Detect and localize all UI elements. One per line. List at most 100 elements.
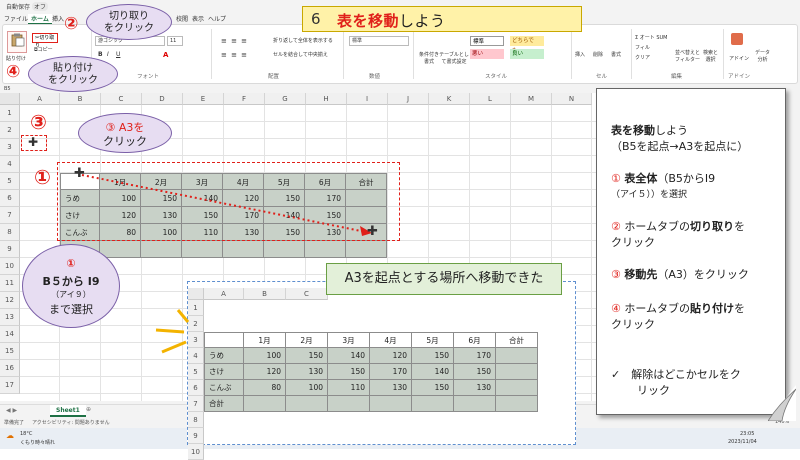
style-normal[interactable]: 標準: [470, 36, 504, 46]
row-header-8[interactable]: 8: [0, 224, 20, 241]
paste-button[interactable]: [7, 31, 27, 53]
sort-filter-button[interactable]: 並べ替えと フィルター: [675, 49, 700, 63]
table-cell[interactable]: [223, 241, 264, 258]
column-header-c[interactable]: C: [101, 93, 142, 105]
status-accessibility[interactable]: アクセシビリティ: 問題ありません: [32, 419, 110, 426]
column-header-l[interactable]: L: [470, 93, 511, 105]
underline-icon[interactable]: U: [116, 51, 120, 58]
row-header-4[interactable]: 4: [0, 156, 20, 173]
style-bad[interactable]: 悪い: [470, 49, 504, 59]
column-header-m[interactable]: M: [511, 93, 552, 105]
result-table-cell: 140: [328, 348, 370, 364]
wrap-text-button[interactable]: 折り返して全体を表示する: [273, 37, 333, 44]
callout-range-l1: B５から I9: [42, 275, 100, 288]
note-step4-l2: クリック: [611, 318, 655, 331]
font-color-icon[interactable]: A: [163, 51, 168, 59]
separator: [723, 29, 724, 79]
align-icons[interactable]: ≡ ≡ ≡: [221, 37, 248, 45]
row-header-14[interactable]: 14: [0, 326, 20, 343]
table-cell[interactable]: [305, 241, 346, 258]
row-header-11[interactable]: 11: [0, 275, 20, 292]
delete-cells-button[interactable]: 削除: [593, 51, 603, 58]
table-cell[interactable]: [100, 241, 141, 258]
align-icons-2[interactable]: ≡ ≡ ≡: [221, 51, 248, 59]
row-header-7[interactable]: 7: [0, 207, 20, 224]
column-header-h[interactable]: H: [306, 93, 347, 105]
style-good[interactable]: 良い: [510, 49, 544, 59]
table-cell[interactable]: [264, 241, 305, 258]
bold-icon[interactable]: B: [98, 51, 103, 58]
find-select-button[interactable]: 検索と 選択: [703, 49, 718, 63]
add-sheet-icon[interactable]: ⊕: [86, 406, 91, 413]
column-header-n[interactable]: N: [552, 93, 592, 105]
instruction-panel: 表を移動しよう （B5を起点→A3を起点に） ① 表全体（B5からI9 （アイ５…: [596, 88, 786, 415]
note-step4: ④ ホームタブの貼り付けを: [611, 301, 777, 317]
row-header-16[interactable]: 16: [0, 360, 20, 377]
result-table-cell: さけ: [204, 364, 244, 380]
tab-view[interactable]: 表示: [192, 14, 204, 23]
merge-center-button[interactable]: セルを結合して中央揃え: [273, 51, 328, 58]
row-header-12[interactable]: 12: [0, 292, 20, 309]
fill-button[interactable]: フィル: [635, 44, 650, 51]
result-table-cell: 100: [286, 380, 328, 396]
group-addin-label: アドイン: [728, 74, 751, 80]
cut-button[interactable]: ✂切り取り: [32, 33, 58, 49]
cursor-cross-icon: ✚: [28, 135, 39, 149]
format-cells-button[interactable]: 書式: [611, 51, 621, 58]
group-number-label: 数値: [369, 74, 381, 80]
result-row-header-8: 8: [188, 412, 204, 428]
autosave-toggle[interactable]: オフ: [32, 2, 49, 11]
table-cell[interactable]: [141, 241, 182, 258]
name-box[interactable]: B5: [4, 86, 11, 92]
sheet-nav-arrows[interactable]: ◀ ▶: [6, 407, 17, 414]
result-table-cell: 150: [412, 380, 454, 396]
column-header-b[interactable]: B: [60, 93, 101, 105]
lesson-title-rest: しよう: [399, 12, 446, 30]
column-header-g[interactable]: G: [265, 93, 306, 105]
row-header-5[interactable]: 5: [0, 173, 20, 190]
tab-insert[interactable]: 挿入: [52, 14, 64, 23]
column-header-i[interactable]: I: [347, 93, 388, 105]
table-format-button[interactable]: テーブルとして書式設定: [439, 51, 469, 65]
row-header-13[interactable]: 13: [0, 309, 20, 326]
font-size-select[interactable]: 11: [167, 36, 183, 46]
result-table-cell: 150: [286, 348, 328, 364]
column-header-e[interactable]: E: [183, 93, 224, 105]
row-header-15[interactable]: 15: [0, 343, 20, 360]
select-all-corner[interactable]: [0, 93, 20, 105]
sheet-tab-sheet1[interactable]: Sheet1: [50, 405, 86, 417]
data-analysis-button[interactable]: データ 分析: [755, 49, 770, 63]
row-header-1[interactable]: 1: [0, 105, 20, 122]
note-title-rest: しよう: [655, 124, 688, 137]
copy-label: コピー: [37, 47, 53, 53]
separator: [413, 29, 414, 79]
row-header-2[interactable]: 2: [0, 122, 20, 139]
addin-button[interactable]: アドイン: [729, 55, 749, 62]
insert-cells-button[interactable]: 挿入: [575, 51, 585, 58]
column-header-d[interactable]: D: [142, 93, 183, 105]
number-format-select[interactable]: 標準: [349, 36, 409, 46]
autosum-button[interactable]: Σ オート SUM: [635, 34, 668, 41]
column-header-j[interactable]: J: [388, 93, 429, 105]
tab-file[interactable]: ファイル: [4, 14, 28, 23]
paste-label: 貼り付け: [6, 56, 27, 62]
column-header-a[interactable]: A: [20, 93, 60, 105]
style-neutral[interactable]: どちらでも...: [510, 36, 544, 54]
row-header-6[interactable]: 6: [0, 190, 20, 207]
conditional-format-button[interactable]: 条件付き書式: [417, 51, 441, 65]
column-header-f[interactable]: F: [224, 93, 265, 105]
tab-review[interactable]: 校閲: [176, 14, 188, 23]
clear-button[interactable]: クリア: [635, 54, 650, 61]
gridline: [591, 105, 592, 401]
copy-button[interactable]: ⧉コピー: [34, 46, 53, 53]
result-table-header-cell: 合計: [496, 332, 538, 348]
tab-help[interactable]: ヘルプ: [208, 14, 226, 23]
italic-icon[interactable]: I: [107, 51, 109, 58]
row-header-3[interactable]: 3: [0, 139, 20, 156]
row-header-9[interactable]: 9: [0, 241, 20, 258]
row-header-10[interactable]: 10: [0, 258, 20, 275]
table-cell[interactable]: [182, 241, 223, 258]
column-header-k[interactable]: K: [429, 93, 470, 105]
row-header-17[interactable]: 17: [0, 377, 20, 394]
table-cell[interactable]: [346, 241, 387, 258]
